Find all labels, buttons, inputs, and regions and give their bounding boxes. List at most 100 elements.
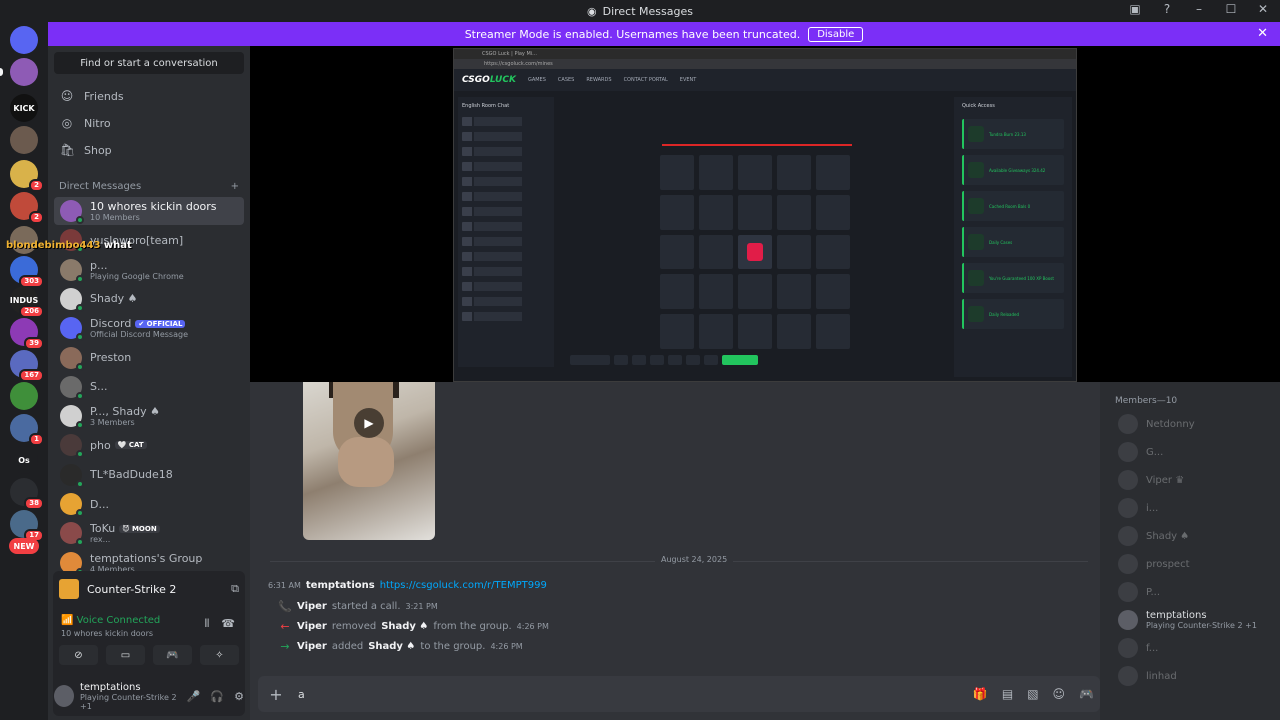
mine-tile bbox=[816, 234, 850, 270]
play-icon[interactable]: ▶ bbox=[354, 408, 384, 438]
dm-text: 10 whores kickin doors 10 Members bbox=[90, 200, 217, 222]
dm-item[interactable]: ToKu 😈 MOON rex... bbox=[54, 519, 244, 547]
server-icon[interactable]: 167 bbox=[10, 350, 44, 382]
camera-off-icon[interactable]: ⊘ bbox=[59, 645, 98, 665]
server-icon[interactable] bbox=[10, 26, 38, 54]
sticker-icon[interactable]: ▧ bbox=[1027, 687, 1038, 701]
apps-icon[interactable]: 🎮 bbox=[1079, 687, 1094, 701]
message-link[interactable]: https://csgoluck.com/r/TEMPT999 bbox=[380, 580, 547, 591]
server-icon[interactable]: 39 bbox=[10, 318, 44, 350]
emoji-icon[interactable]: ☺ bbox=[1053, 687, 1066, 701]
settings-gear-icon[interactable]: ⚙ bbox=[234, 690, 244, 703]
disable-streamer-mode-button[interactable]: Disable bbox=[808, 26, 864, 42]
minimize-icon[interactable]: – bbox=[1190, 2, 1208, 16]
quick-access-icon bbox=[968, 234, 984, 250]
screenshare-icon[interactable]: ⧉ bbox=[231, 582, 239, 596]
member-item[interactable]: f... bbox=[1118, 636, 1278, 660]
member-item[interactable]: P... bbox=[1118, 580, 1278, 604]
message-input[interactable] bbox=[298, 687, 898, 701]
member-item[interactable]: prospect bbox=[1118, 552, 1278, 576]
status-indicator bbox=[76, 509, 84, 517]
server-icon[interactable]: 38 bbox=[10, 478, 44, 510]
dm-item[interactable]: 10 whores kickin doors 10 Members bbox=[54, 197, 244, 225]
bet-chip bbox=[686, 355, 700, 365]
member-item[interactable]: temptations Playing Counter-Strike 2 +1 bbox=[1118, 608, 1278, 632]
add-dm-icon[interactable]: + bbox=[231, 181, 239, 192]
dm-item[interactable]: D... bbox=[54, 490, 244, 518]
friends-icon: ☺ bbox=[60, 89, 74, 103]
share-screen-icon[interactable]: ▭ bbox=[106, 645, 145, 665]
member-item[interactable]: Shady ♠ bbox=[1118, 524, 1278, 548]
activity-game[interactable]: Counter-Strike 2 ⧉ bbox=[59, 577, 239, 601]
member-item[interactable]: Netdonny bbox=[1118, 412, 1278, 436]
activity-icon[interactable]: 🎮 bbox=[153, 645, 192, 665]
inbox-icon[interactable]: ▣ bbox=[1126, 2, 1144, 16]
dm-item[interactable]: Discord ✔ OFFICIAL Official Discord Messag… bbox=[54, 314, 244, 342]
dm-item[interactable]: TL*BadDude18 bbox=[54, 461, 244, 489]
member-item[interactable]: G... bbox=[1118, 440, 1278, 464]
mine-tile bbox=[660, 314, 694, 349]
system-actor[interactable]: Viper bbox=[297, 641, 327, 652]
member-avatar bbox=[1118, 638, 1138, 658]
mine-tile bbox=[777, 155, 811, 190]
dm-text: pho 🤍 CAT bbox=[90, 439, 147, 452]
dm-item[interactable]: S... bbox=[54, 373, 244, 401]
stream-preview[interactable]: CSGO Luck | Play Mi... https://csgoluck.… bbox=[250, 46, 1280, 382]
close-window-icon[interactable]: ✕ bbox=[1254, 2, 1272, 16]
message-timestamp: 6:31 AM bbox=[268, 581, 301, 590]
soundboard-icon[interactable]: ✧ bbox=[200, 645, 239, 665]
video-attachment[interactable]: ▶ bbox=[303, 382, 435, 540]
add-attachment-icon[interactable]: + bbox=[266, 685, 286, 704]
system-actor[interactable]: Viper bbox=[297, 601, 327, 612]
server-icon[interactable]: 1 bbox=[10, 414, 44, 446]
nav-friends[interactable]: ☺ Friends bbox=[54, 84, 244, 108]
nav-nitro[interactable]: ◎ Nitro bbox=[54, 111, 244, 135]
streamer-mode-banner: Streamer Mode is enabled. Usernames have… bbox=[48, 22, 1280, 46]
dm-item[interactable]: Shady ♠ bbox=[54, 285, 244, 313]
noise-suppression-icon[interactable]: ⫴ bbox=[205, 617, 210, 631]
maximize-icon[interactable]: ☐ bbox=[1222, 2, 1240, 16]
server-icon[interactable] bbox=[10, 58, 38, 86]
member-text: prospect bbox=[1146, 559, 1190, 570]
server-icon[interactable]: 2 bbox=[10, 160, 44, 192]
dm-item[interactable]: p... Playing Google Chrome bbox=[54, 256, 244, 284]
close-banner-icon[interactable]: ✕ bbox=[1257, 26, 1268, 41]
server-icon[interactable]: 303 bbox=[10, 256, 44, 288]
help-icon[interactable]: ? bbox=[1158, 2, 1176, 16]
system-target[interactable]: Shady ♠ bbox=[368, 641, 415, 652]
server-icon[interactable] bbox=[10, 382, 38, 410]
bet-chip bbox=[704, 355, 718, 365]
server-icon[interactable]: 17 bbox=[10, 510, 44, 542]
dm-item[interactable]: pho 🤍 CAT bbox=[54, 431, 244, 459]
message-author[interactable]: temptations bbox=[306, 580, 375, 591]
gift-icon[interactable]: 🎁 bbox=[973, 687, 988, 701]
member-item[interactable]: Viper ♛ bbox=[1118, 468, 1278, 492]
server-icon[interactable]: KICK bbox=[10, 94, 38, 122]
member-item[interactable]: linhad bbox=[1118, 664, 1278, 688]
microphone-icon[interactable]: 🎤 bbox=[187, 690, 201, 703]
gif-icon[interactable]: ▤ bbox=[1002, 687, 1013, 701]
server-icon[interactable]: NEW bbox=[9, 538, 39, 554]
server-icon[interactable] bbox=[10, 126, 38, 154]
status-indicator bbox=[76, 391, 84, 400]
server-icon[interactable]: 2 bbox=[10, 192, 44, 224]
status-indicator bbox=[76, 450, 84, 459]
nav-shop[interactable]: 🛍 Shop bbox=[54, 138, 244, 162]
site-chat-line bbox=[462, 132, 550, 141]
find-conversation-button[interactable]: Find or start a conversation bbox=[54, 52, 244, 74]
dm-item[interactable]: Preston bbox=[54, 344, 244, 372]
server-icon[interactable]: Os bbox=[10, 446, 38, 474]
user-avatar[interactable] bbox=[54, 685, 74, 707]
dm-avatar bbox=[60, 317, 84, 342]
voice-status[interactable]: 📶 Voice Connected bbox=[61, 615, 160, 626]
system-actor[interactable]: Viper bbox=[297, 621, 327, 632]
disconnect-icon[interactable]: ☎ bbox=[221, 617, 235, 631]
mine-tile bbox=[738, 194, 772, 230]
server-icon[interactable]: INDUS 206 bbox=[10, 286, 44, 318]
member-item[interactable]: i... bbox=[1118, 496, 1278, 520]
headphones-icon[interactable]: 🎧 bbox=[210, 690, 224, 703]
system-target[interactable]: Shady ♠ bbox=[381, 621, 428, 632]
dm-tag: ✔ OFFICIAL bbox=[135, 319, 186, 328]
system-action: removed bbox=[331, 621, 377, 632]
dm-item[interactable]: P..., Shady ♠ 3 Members bbox=[54, 402, 244, 430]
